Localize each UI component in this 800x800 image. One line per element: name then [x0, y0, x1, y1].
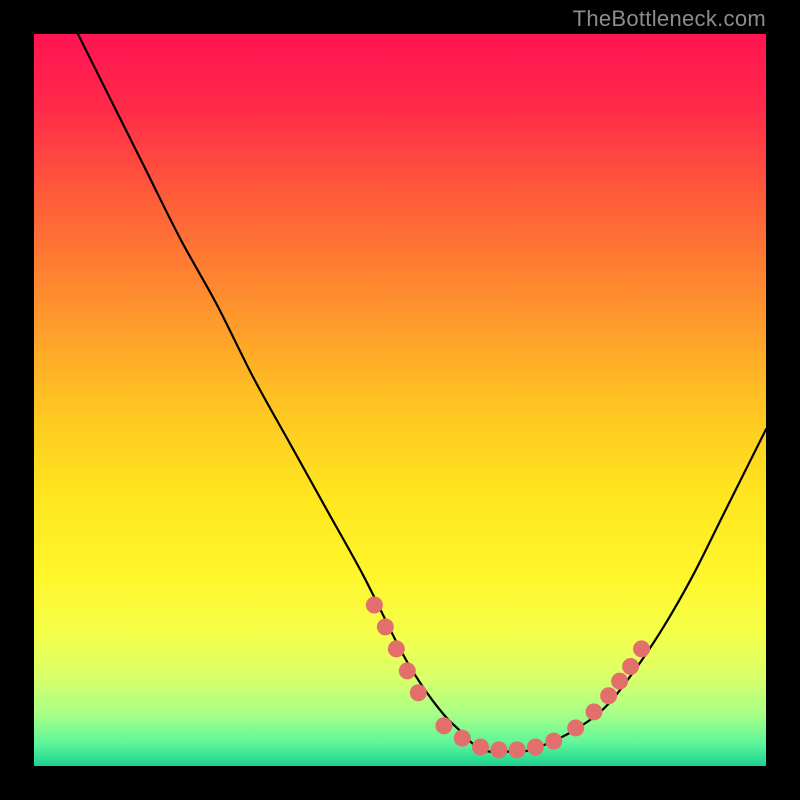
bottleneck-curve — [78, 34, 766, 752]
curve-markers — [366, 596, 650, 758]
marker-point — [509, 741, 526, 758]
marker-point — [435, 717, 452, 734]
marker-point — [454, 730, 471, 747]
marker-point — [633, 640, 650, 657]
plot-area — [34, 34, 766, 766]
watermark-text: TheBottleneck.com — [573, 6, 766, 32]
marker-point — [611, 673, 628, 690]
marker-point — [490, 741, 507, 758]
marker-point — [585, 703, 602, 720]
marker-point — [377, 618, 394, 635]
marker-point — [600, 687, 617, 704]
marker-point — [567, 719, 584, 736]
curve-layer — [34, 34, 766, 766]
marker-point — [388, 640, 405, 657]
marker-point — [366, 596, 383, 613]
marker-point — [399, 662, 416, 679]
marker-point — [527, 738, 544, 755]
chart-frame: TheBottleneck.com — [0, 0, 800, 800]
marker-point — [545, 733, 562, 750]
marker-point — [472, 738, 489, 755]
marker-point — [410, 684, 427, 701]
marker-point — [622, 658, 639, 675]
